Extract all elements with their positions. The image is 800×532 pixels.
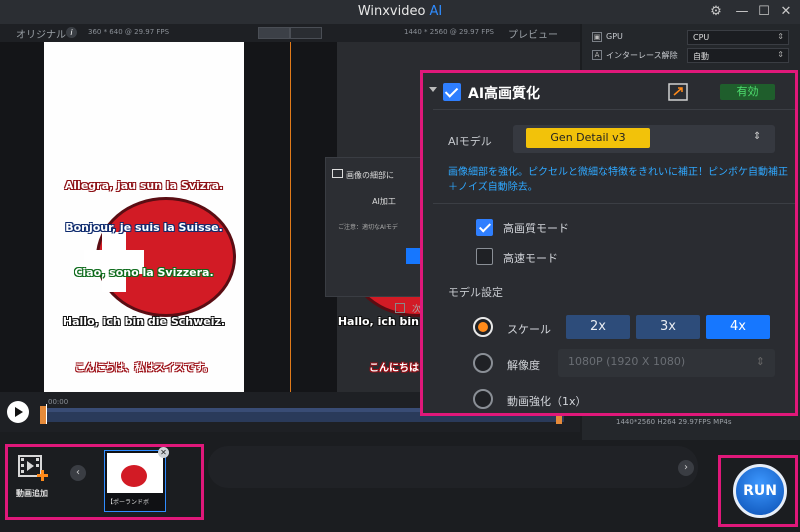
view-mode-toggle[interactable] (258, 27, 322, 39)
enabled-badge: 有効 (720, 84, 775, 100)
scale-label: スケール (507, 323, 551, 336)
remove-video-button[interactable]: ✕ (158, 447, 169, 458)
gear-icon[interactable]: ⚙ (706, 2, 726, 22)
bg-dialog-message: AI加工 (372, 197, 396, 206)
greeting-japanese-output: こんにちは (369, 363, 419, 374)
original-video-frame: Allegra, jau sun la Svizra. Bonjour, je … (44, 42, 244, 392)
queue-thumbnail[interactable]: 【ポーランドボ (104, 450, 166, 512)
output-info: 1440 * 2560 @ 29.97 FPS (404, 28, 494, 36)
sidebar-row-deinterlace: A インターレース解除 自動 ⇕ (592, 48, 792, 64)
deinterlace-icon: A (592, 50, 602, 60)
split-line[interactable] (290, 42, 291, 392)
bg-dialog-title: 画像の細部に (346, 171, 394, 180)
ai-enhance-panel: AI高画質化 有効 AIモデル Gen Detail v3 ⇕ 画像細部を強化。… (420, 70, 798, 416)
play-button[interactable] (7, 401, 29, 423)
time-label: 00:00 (48, 398, 69, 406)
high-quality-mode-checkbox[interactable] (476, 219, 493, 236)
output-format-info: 1440*2560 H264 29.97FPS MP4s (616, 418, 732, 426)
gpu-icon: ▣ (592, 32, 602, 42)
resolution-label: 解像度 (507, 359, 540, 372)
ai-model-description: 画像細部を強化。ピクセルと微細な特徴をきれいに補正！ピンボケ自動補正＋ノイズ自動… (448, 167, 788, 193)
greeting-german: Hallo, ich bin die Schweiz. (62, 315, 226, 328)
gpu-select[interactable]: CPU ⇕ (687, 30, 789, 45)
deinterlace-label: インターレース解除 (606, 51, 678, 60)
add-video-icon[interactable] (16, 452, 50, 482)
divider (433, 203, 795, 204)
queue-next-button[interactable]: › (678, 460, 694, 476)
background-dialog: 画像の細部に AI加工 ご注意：適切なAIモデ (325, 157, 426, 297)
video-enhance-label: 動画強化（1x） (507, 395, 587, 408)
original-info: 360 * 640 @ 29.97 FPS (88, 28, 170, 36)
side-by-side-icon[interactable] (290, 27, 322, 39)
chevron-updown-icon: ⇕ (777, 32, 784, 41)
resolution-radio[interactable] (473, 353, 493, 373)
thumbnail-ball (121, 465, 147, 487)
close-button[interactable]: ✕ (776, 2, 796, 22)
queue-prev-button[interactable]: ‹ (70, 465, 86, 481)
chevron-updown-icon: ⇕ (755, 355, 765, 368)
scale-radio[interactable] (473, 317, 493, 337)
app-title: Winxvideo AI (357, 4, 443, 19)
gpu-label: GPU (606, 32, 623, 41)
scale-2x-button[interactable]: 2x (566, 315, 630, 339)
high-speed-mode-label: 高速モード (503, 252, 558, 265)
title-bar: Winxvideo AI ⚙ — ☐ ✕ (0, 0, 800, 24)
run-button[interactable]: RUN (733, 464, 787, 518)
bg-dialog-note: ご注意：適切なAIモデ (338, 224, 398, 231)
queue-bar (208, 446, 698, 488)
scale-3x-button[interactable]: 3x (636, 315, 700, 339)
greeting-french: Bonjour, je suis la Suisse. (65, 221, 223, 234)
ai-panel-header: AI高画質化 有効 (423, 73, 795, 109)
monitor-icon (332, 169, 343, 178)
thumbnail-image (107, 453, 163, 493)
thumbnail-label: 【ポーランドボ (107, 499, 150, 506)
ai-model-value[interactable]: Gen Detail v3 (526, 128, 650, 148)
high-speed-mode-checkbox[interactable] (476, 248, 493, 265)
expand-icon[interactable] (668, 83, 688, 101)
preview-label: プレビュー (508, 30, 558, 41)
scale-4x-button[interactable]: 4x (706, 315, 770, 339)
maximize-button[interactable]: ☐ (754, 2, 774, 22)
collapse-caret-icon[interactable] (429, 87, 437, 92)
minimize-button[interactable]: — (732, 2, 752, 22)
divider (433, 109, 795, 110)
high-quality-mode-label: 高画質モード (503, 222, 569, 235)
greeting-german-output: Hallo, ich bin (337, 315, 419, 328)
add-video-label[interactable]: 動画追加 (16, 488, 48, 499)
greeting-japanese: こんにちは、私はスイスです。 (74, 363, 214, 374)
preview-header: オリジナル i 360 * 640 @ 29.97 FPS 1440 * 256… (0, 24, 580, 42)
video-enhance-radio[interactable] (473, 389, 493, 409)
greeting-italian: Ciao, sono la Svizzera. (74, 266, 214, 279)
chevron-updown-icon: ⇕ (753, 131, 762, 142)
model-settings-label: モデル設定 (448, 286, 503, 299)
playhead[interactable] (46, 404, 47, 424)
info-icon[interactable]: i (66, 27, 77, 38)
original-label: オリジナル (16, 30, 66, 41)
sidebar-row-gpu: ▣ GPU CPU ⇕ (592, 30, 792, 46)
deinterlace-select[interactable]: 自動 ⇕ (687, 48, 789, 63)
ai-model-label: AIモデル (448, 135, 492, 148)
greeting-romansh: Allegra, jau sun la Svizra. (64, 179, 224, 192)
ai-panel-title: AI高画質化 (468, 86, 541, 102)
chevron-updown-icon: ⇕ (777, 50, 784, 59)
ai-enhance-checkbox[interactable] (443, 83, 461, 101)
resolution-select[interactable]: 1080P (1920 X 1080) ⇕ (558, 349, 775, 377)
bg-dialog-checkbox[interactable] (395, 303, 405, 313)
split-view-icon[interactable] (258, 27, 290, 39)
